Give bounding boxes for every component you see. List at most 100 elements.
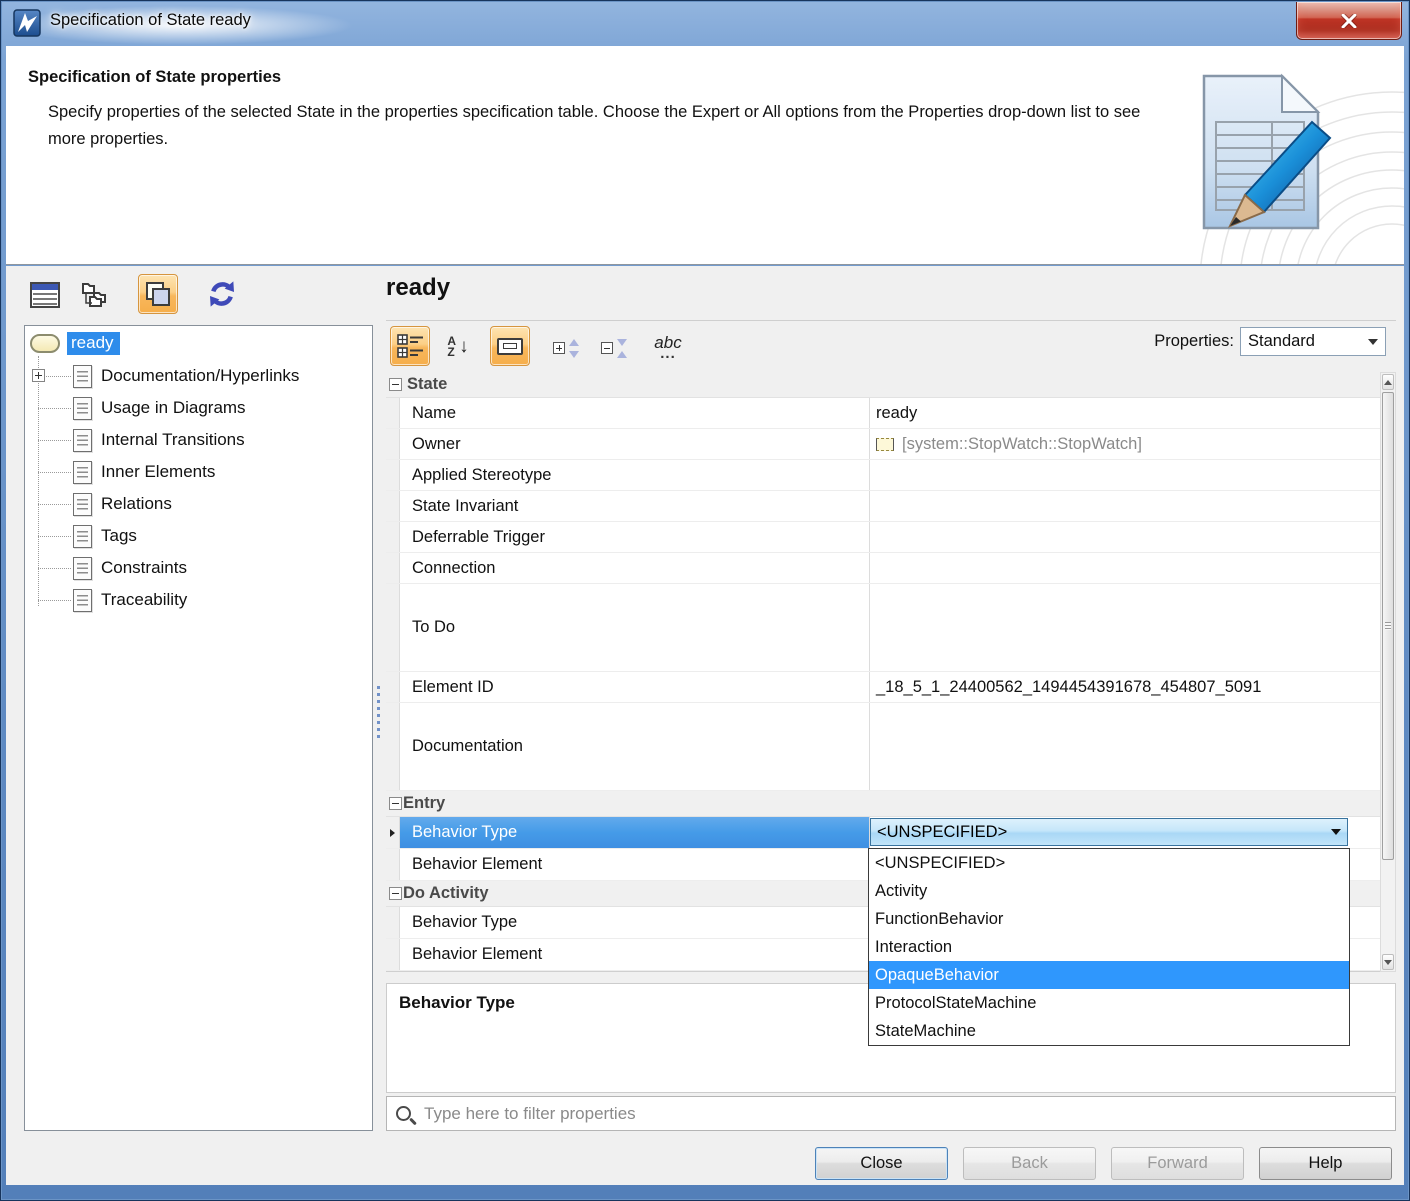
collapse-all-icon — [601, 338, 627, 358]
splitter-handle[interactable] — [377, 686, 380, 742]
document-icon — [73, 396, 92, 420]
heading-divider — [386, 320, 1396, 321]
property-row-owner[interactable]: Owner [system::StopWatch::StopWatch] — [386, 429, 1380, 460]
help-button[interactable]: Help — [1259, 1147, 1392, 1180]
dropdown-option-unspecified[interactable]: <UNSPECIFIED> — [869, 849, 1349, 877]
tree-item-usage-in-diagrams[interactable]: Usage in Diagrams — [25, 392, 372, 424]
dropdown-option-activity[interactable]: Activity — [869, 877, 1349, 905]
copy-icon — [146, 282, 170, 306]
document-icon — [73, 524, 92, 548]
tree-root-item[interactable]: ready — [30, 330, 120, 356]
triangle-down-icon — [1384, 959, 1392, 965]
expand-all-icon — [553, 338, 579, 358]
dropdown-option-interaction[interactable]: Interaction — [869, 933, 1349, 961]
forward-button[interactable]: Forward — [1111, 1147, 1244, 1180]
back-button[interactable]: Back — [963, 1147, 1096, 1180]
tree-item-inner-elements[interactable]: Inner Elements — [25, 456, 372, 488]
search-icon — [396, 1106, 411, 1121]
tree-view-icon — [82, 283, 106, 307]
expand-toggle-icon[interactable] — [32, 369, 45, 382]
property-row-deferrable-trigger[interactable]: Deferrable Trigger — [386, 522, 1380, 553]
property-row-to-do[interactable]: To Do — [386, 584, 1380, 672]
copy-view-button[interactable] — [138, 274, 178, 314]
scroll-up-button[interactable] — [1382, 374, 1394, 390]
collapse-minus-icon[interactable] — [389, 378, 402, 391]
element-heading: ready — [386, 274, 451, 301]
tree-view-button[interactable] — [76, 276, 114, 314]
categorized-view-button[interactable] — [390, 326, 430, 366]
group-header-state[interactable]: State — [386, 372, 1380, 398]
tree-item-constraints[interactable]: Constraints — [25, 552, 372, 584]
intro-panel: Specification of State properties Specif… — [6, 46, 1404, 265]
refresh-icon — [210, 281, 234, 307]
close-button[interactable] — [1296, 2, 1402, 40]
expand-all-button[interactable] — [546, 330, 586, 366]
scroll-thumb[interactable] — [1382, 392, 1394, 860]
property-label: Behavior Element — [412, 855, 543, 873]
property-value[interactable]: ready — [869, 398, 1380, 428]
dropdown-option-protocolstatemachine[interactable]: ProtocolStateMachine — [869, 989, 1349, 1017]
intro-title: Specification of State properties — [28, 68, 282, 86]
close-icon — [1341, 13, 1357, 28]
properties-label: Properties: — [1154, 332, 1234, 350]
tree-item-tags[interactable]: Tags — [25, 520, 372, 552]
specification-window: Specification of State ready Specificati… — [0, 0, 1410, 1201]
tree-item-documentation-hyperlinks[interactable]: Documentation/Hyperlinks — [25, 360, 372, 392]
show-description-button[interactable] — [490, 326, 530, 366]
property-row-element-id[interactable]: Element ID _18_5_1_24400562_149445439167… — [386, 672, 1380, 703]
property-row-applied-stereotype[interactable]: Applied Stereotype — [386, 460, 1380, 491]
property-value[interactable] — [869, 584, 1380, 671]
behavior-type-combobox[interactable]: <UNSPECIFIED> — [870, 818, 1348, 846]
property-value[interactable] — [869, 522, 1380, 552]
property-row-documentation[interactable]: Documentation — [386, 703, 1380, 791]
property-row-entry-behavior-type[interactable]: Behavior Type <UNSPECIFIED> — [386, 817, 1380, 849]
filter-input[interactable] — [422, 1102, 1395, 1125]
sort-alphabetic-button[interactable]: AZ ↓ — [440, 330, 476, 364]
property-value[interactable]: <UNSPECIFIED> — [869, 817, 1380, 848]
containment-tree-panel: ready Documentation/Hyperlinks Usage in … — [24, 325, 373, 1131]
properties-mode-dropdown[interactable]: Standard — [1240, 327, 1386, 356]
state-icon — [30, 333, 60, 353]
property-label: Documentation — [412, 737, 523, 755]
property-row-name[interactable]: Name ready — [386, 398, 1380, 429]
property-row-connection[interactable]: Connection — [386, 553, 1380, 584]
tree-item-traceability[interactable]: Traceability — [25, 584, 372, 616]
property-value[interactable] — [869, 703, 1380, 790]
property-value[interactable] — [869, 553, 1380, 583]
abc-filter-icon: abc ... — [654, 333, 682, 362]
sort-alphabetic-icon: AZ ↓ — [447, 334, 469, 359]
property-value[interactable]: _18_5_1_24400562_1494454391678_454807_50… — [869, 672, 1380, 702]
property-value[interactable]: [system::StopWatch::StopWatch] — [869, 429, 1380, 459]
property-label: Owner — [412, 434, 461, 453]
abc-filter-button[interactable]: abc ... — [644, 330, 692, 366]
list-view-button[interactable] — [26, 276, 64, 314]
property-label: Deferrable Trigger — [412, 527, 545, 546]
tree-item-internal-transitions[interactable]: Internal Transitions — [25, 424, 372, 456]
tree-item-relations[interactable]: Relations — [25, 488, 372, 520]
refresh-button[interactable] — [200, 274, 244, 314]
scroll-down-button[interactable] — [1382, 954, 1394, 970]
document-icon — [73, 588, 92, 612]
owner-element-icon — [876, 437, 894, 451]
document-icon — [73, 364, 92, 388]
dropdown-option-opaquebehavior[interactable]: OpaqueBehavior — [869, 961, 1349, 989]
collapse-minus-icon[interactable] — [389, 887, 402, 900]
close-dialog-button[interactable]: Close — [815, 1147, 948, 1180]
collapse-minus-icon[interactable] — [389, 797, 402, 810]
group-header-entry[interactable]: Entry — [386, 791, 1380, 817]
property-value[interactable] — [869, 460, 1380, 490]
vertical-scrollbar[interactable] — [1380, 372, 1396, 972]
row-indicator-arrow — [390, 828, 395, 837]
collapse-all-button[interactable] — [594, 330, 634, 366]
document-icon — [73, 460, 92, 484]
show-description-icon — [497, 337, 523, 355]
dropdown-option-statemachine[interactable]: StateMachine — [869, 1017, 1349, 1045]
document-icon — [73, 428, 92, 452]
property-label: Behavior Element — [412, 945, 543, 963]
categorized-view-icon — [396, 333, 423, 358]
property-value[interactable] — [869, 491, 1380, 521]
document-icon — [73, 556, 92, 580]
property-row-state-invariant[interactable]: State Invariant — [386, 491, 1380, 522]
titlebar[interactable]: Specification of State ready — [0, 0, 1410, 46]
dropdown-option-functionbehavior[interactable]: FunctionBehavior — [869, 905, 1349, 933]
